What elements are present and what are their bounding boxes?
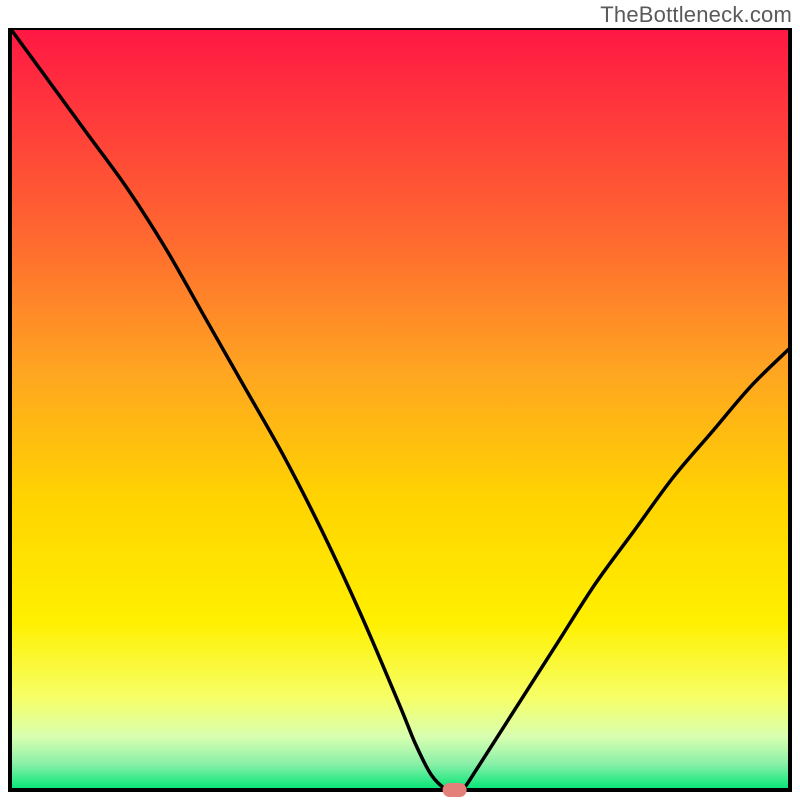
bottleneck-chart [0,28,800,800]
watermark-text: TheBottleneck.com [600,2,792,28]
chart-container: { "watermark": "TheBottleneck.com", "col… [0,0,800,800]
optimal-marker [443,783,467,797]
plot-background [10,28,790,790]
